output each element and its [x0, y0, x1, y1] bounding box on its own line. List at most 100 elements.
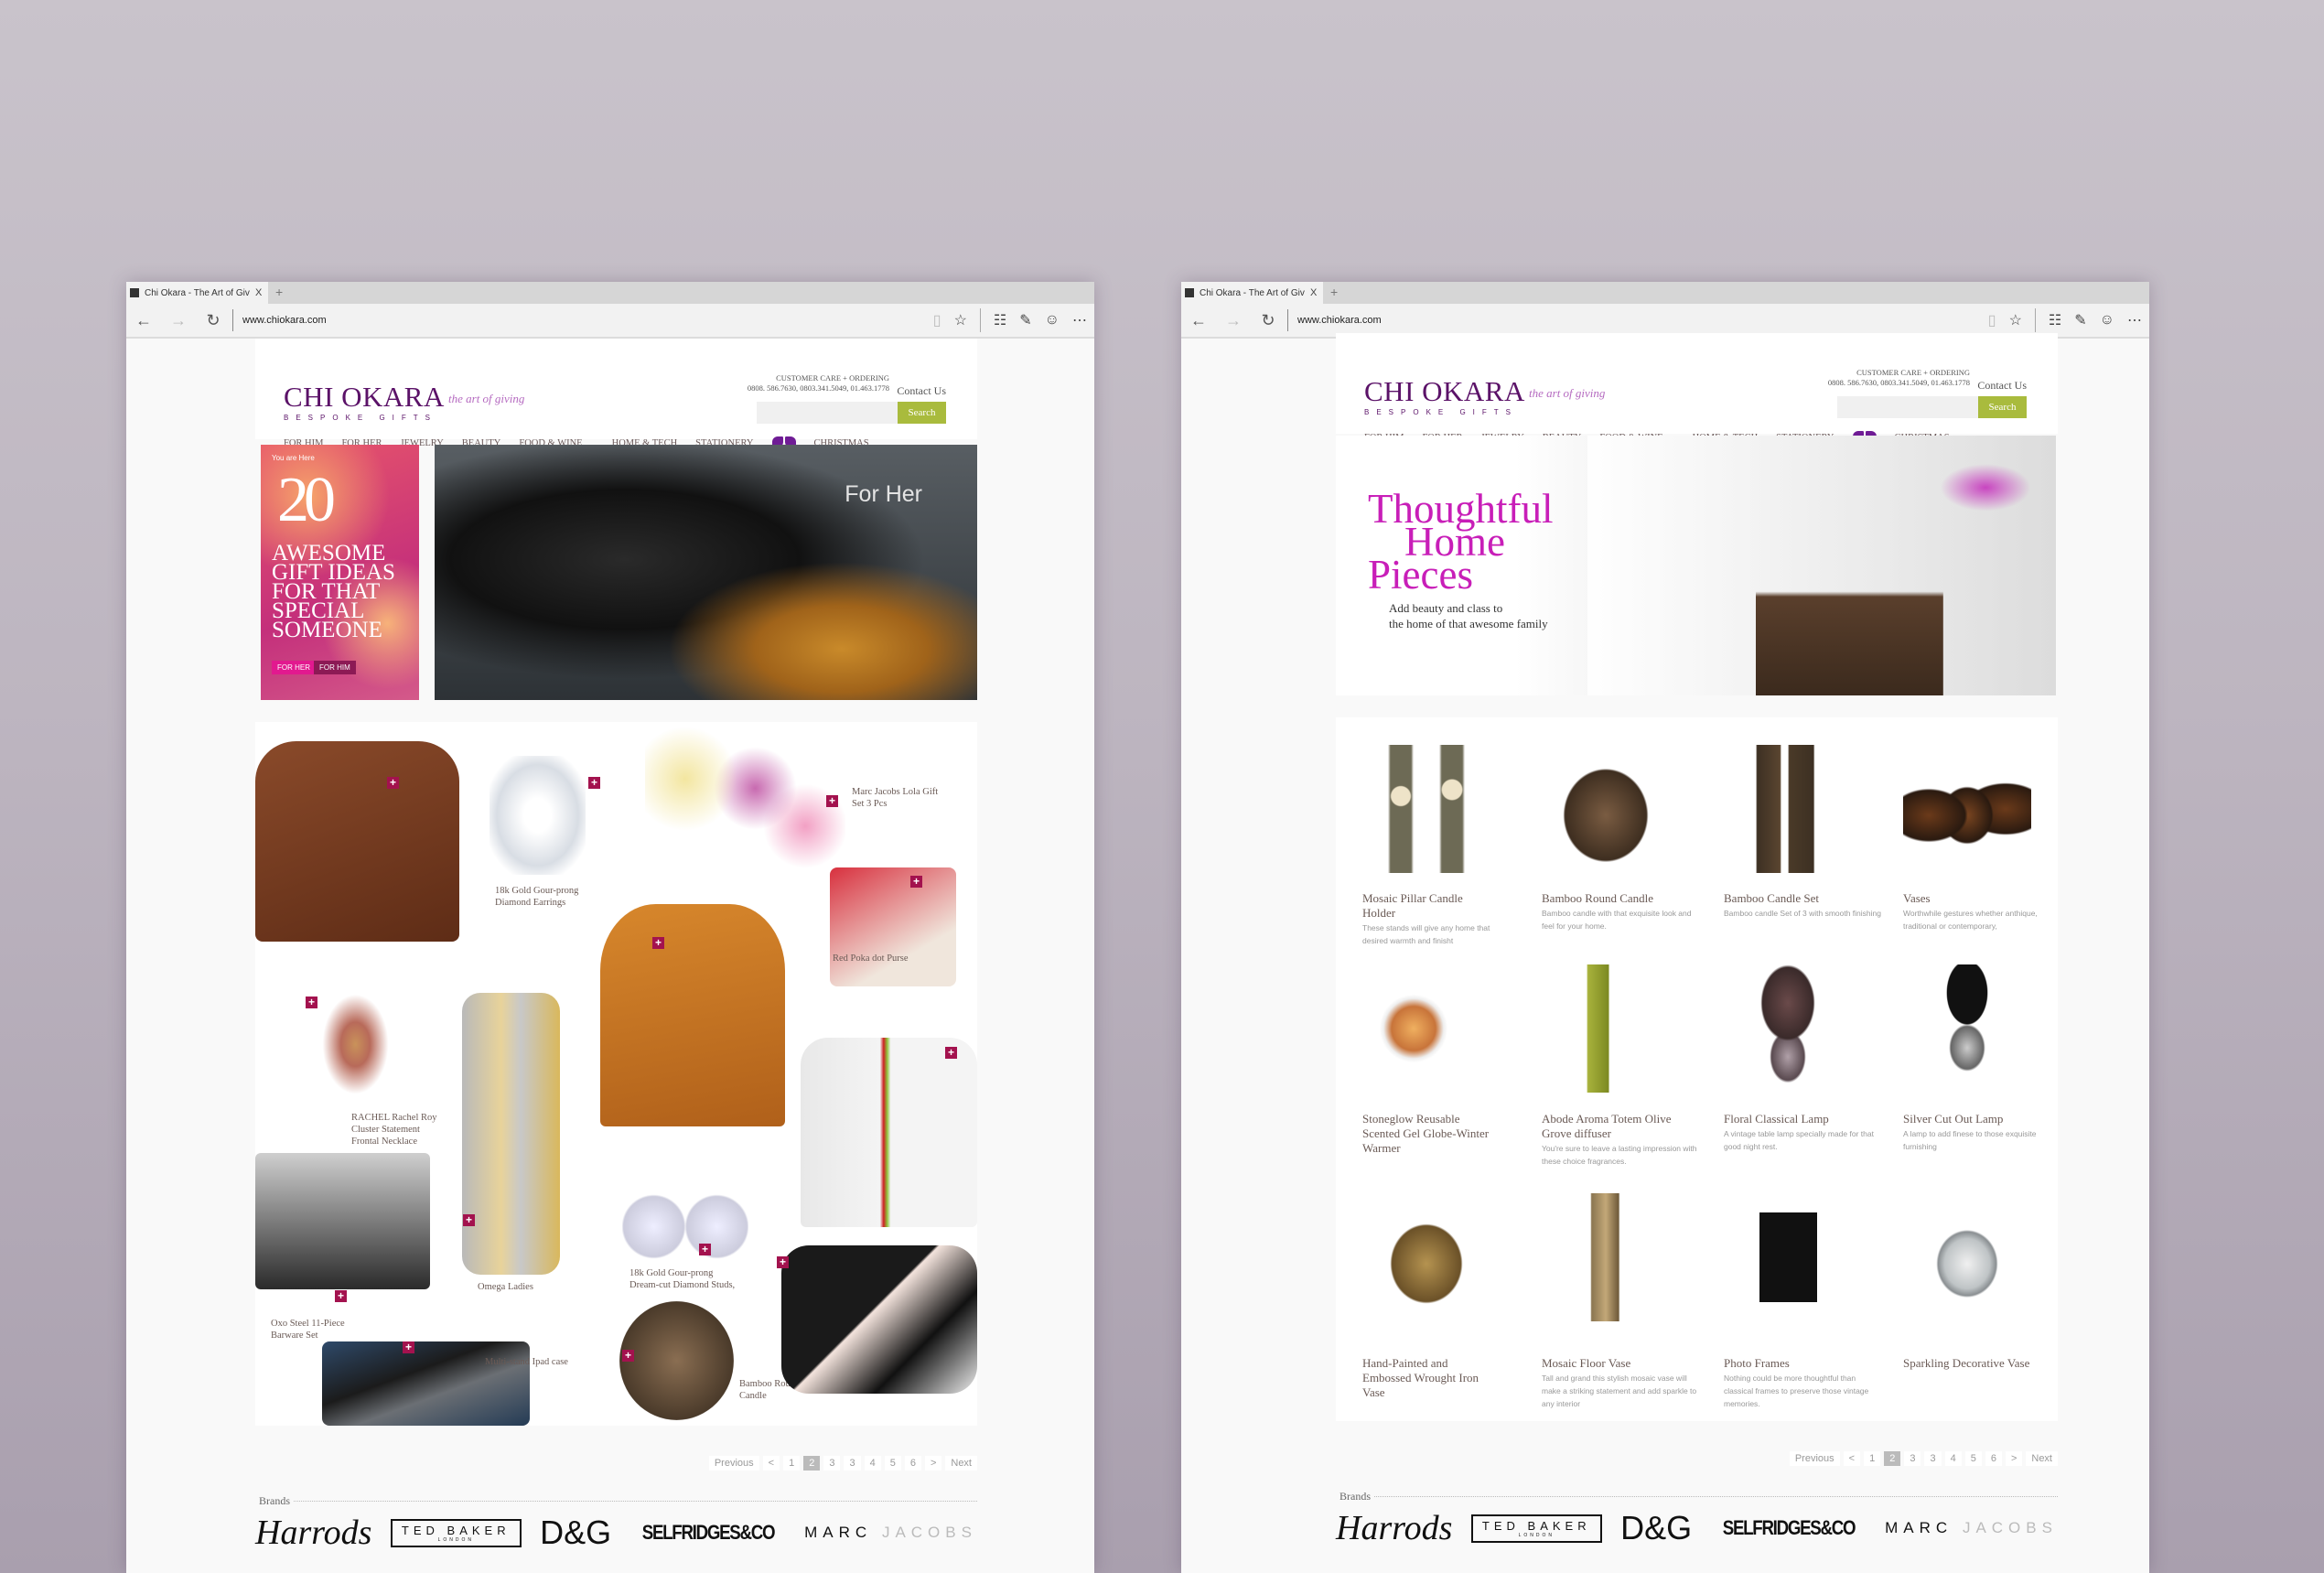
- refresh-icon[interactable]: ↻: [1251, 311, 1286, 330]
- add-to-cart-plus-icon[interactable]: +: [306, 997, 317, 1008]
- favorite-star-icon[interactable]: ☆: [954, 311, 967, 329]
- more-icon[interactable]: ⋯: [1072, 311, 1087, 329]
- hub-icon[interactable]: ☷: [994, 311, 1006, 329]
- product-image[interactable]: [1542, 745, 1670, 873]
- add-to-cart-plus-icon[interactable]: +: [652, 937, 664, 949]
- reading-view-icon[interactable]: ▯: [933, 311, 941, 329]
- brand-marc-jacobs[interactable]: MARC JACOBS: [1885, 1519, 2058, 1537]
- product-caption[interactable]: RACHEL Rachel Roy Cluster Statement Fron…: [351, 1112, 438, 1147]
- favorite-star-icon[interactable]: ☆: [2009, 311, 2022, 329]
- product-image-pouch-scarf[interactable]: [781, 1245, 977, 1394]
- pager-prev-arrow[interactable]: <: [762, 1456, 780, 1471]
- forward-arrow-icon[interactable]: →: [161, 311, 196, 330]
- pager-page[interactable]: 2: [803, 1456, 821, 1471]
- pager-page[interactable]: 3: [844, 1456, 861, 1471]
- close-tab-icon[interactable]: X: [255, 287, 268, 298]
- product-caption[interactable]: 18k Gold Gour-prong Diamond Earrings: [495, 885, 582, 909]
- more-icon[interactable]: ⋯: [2127, 311, 2142, 329]
- search-input[interactable]: [757, 402, 898, 424]
- product-image-necklace[interactable]: [304, 966, 407, 1096]
- pager-page[interactable]: 5: [884, 1456, 901, 1471]
- product-image-barware-set[interactable]: [255, 1153, 430, 1289]
- product-image-ipad-case[interactable]: [322, 1341, 530, 1426]
- add-to-cart-plus-icon[interactable]: +: [463, 1214, 475, 1226]
- add-to-cart-plus-icon[interactable]: +: [335, 1290, 347, 1302]
- pager-next-arrow[interactable]: >: [924, 1456, 942, 1471]
- promo-banner[interactable]: You are Here 20 AWESOME GIFT IDEAS FOR THA…: [261, 445, 419, 700]
- pager-next[interactable]: Next: [2026, 1451, 2058, 1466]
- back-arrow-icon[interactable]: ←: [126, 311, 161, 330]
- product-image-perfume-gift-set[interactable]: [645, 722, 845, 911]
- new-tab-button[interactable]: +: [1330, 285, 1338, 299]
- web-note-icon[interactable]: ✎: [1019, 311, 1031, 329]
- contact-us-link[interactable]: Contact Us: [1977, 379, 2027, 393]
- product-image[interactable]: [1362, 964, 1490, 1093]
- product-image[interactable]: [1362, 1193, 1490, 1321]
- brand-ted-baker[interactable]: TED BAKER LONDON: [390, 1518, 522, 1547]
- product-image[interactable]: [1903, 964, 2031, 1093]
- product-image-bamboo-candle[interactable]: [619, 1301, 734, 1420]
- hero-home-pieces[interactable]: Thoughtful Home Pieces Add beauty and class…: [1336, 436, 2056, 695]
- pager-page[interactable]: 2: [1884, 1451, 1901, 1466]
- browser-tab[interactable]: Chi Okara - The Art of Giv X: [126, 282, 268, 304]
- product-caption[interactable]: Red Poka dot Purse: [833, 953, 920, 964]
- pager-page[interactable]: 6: [1985, 1451, 2002, 1466]
- product-image[interactable]: [1724, 1193, 1852, 1321]
- product-title[interactable]: Bamboo Round Candle: [1542, 891, 1702, 906]
- hero-image-for-her[interactable]: For Her: [435, 445, 977, 700]
- site-logo[interactable]: CHI OKARA: [284, 381, 445, 414]
- pager-page[interactable]: 1: [1864, 1451, 1881, 1466]
- brand-dolce-gabbana[interactable]: D&G: [1620, 1509, 1692, 1547]
- url-field[interactable]: www.chiokara.com: [1297, 315, 1382, 326]
- add-to-cart-plus-icon[interactable]: +: [826, 795, 838, 807]
- close-tab-icon[interactable]: X: [1310, 287, 1323, 298]
- product-title[interactable]: Abode Aroma Totem Olive Grove diffuser: [1542, 1112, 1702, 1141]
- web-note-icon[interactable]: ✎: [2074, 311, 2086, 329]
- hub-icon[interactable]: ☷: [2049, 311, 2061, 329]
- product-image[interactable]: [1362, 745, 1490, 873]
- product-image[interactable]: [1542, 964, 1670, 1093]
- product-title[interactable]: Sparkling Decorative Vase: [1903, 1356, 2063, 1371]
- brand-selfridges[interactable]: SELFRIDGES&CO: [641, 1521, 775, 1545]
- brand-selfridges[interactable]: SELFRIDGES&CO: [1722, 1516, 1856, 1540]
- add-to-cart-plus-icon[interactable]: +: [699, 1244, 711, 1255]
- pager-next-arrow[interactable]: >: [2005, 1451, 2023, 1466]
- url-field[interactable]: www.chiokara.com: [242, 315, 327, 326]
- pager-page[interactable]: 4: [864, 1456, 881, 1471]
- pager-page[interactable]: 3: [1904, 1451, 1921, 1466]
- product-title[interactable]: Bamboo Candle Set: [1724, 891, 1884, 906]
- refresh-icon[interactable]: ↻: [196, 311, 231, 330]
- add-to-cart-plus-icon[interactable]: +: [588, 777, 600, 789]
- product-image[interactable]: [1903, 1193, 2031, 1321]
- search-input[interactable]: [1837, 396, 1978, 418]
- pager-previous[interactable]: Previous: [708, 1456, 759, 1471]
- product-title[interactable]: Stoneglow Reusable Scented Gel Globe-Win…: [1362, 1112, 1490, 1156]
- forward-arrow-icon[interactable]: →: [1216, 311, 1251, 330]
- pager-page[interactable]: 1: [783, 1456, 801, 1471]
- product-caption[interactable]: 18k Gold Gour-prong Dream-cut Diamond St…: [629, 1267, 744, 1291]
- site-logo[interactable]: CHI OKARA: [1364, 375, 1525, 408]
- pager-previous[interactable]: Previous: [1789, 1451, 1840, 1466]
- product-title[interactable]: Silver Cut Out Lamp: [1903, 1112, 2063, 1126]
- product-caption[interactable]: Omega Ladies: [478, 1281, 565, 1293]
- product-image-diamond-studs[interactable]: [622, 1193, 748, 1260]
- add-to-cart-plus-icon[interactable]: +: [910, 876, 922, 888]
- product-image[interactable]: [1724, 745, 1852, 873]
- pager-prev-arrow[interactable]: <: [1843, 1451, 1861, 1466]
- pager-page[interactable]: 3: [1924, 1451, 1942, 1466]
- product-title[interactable]: Hand-Painted and Embossed Wrought Iron V…: [1362, 1356, 1490, 1400]
- product-image-diamond-earrings[interactable]: [490, 756, 586, 875]
- contact-us-link[interactable]: Contact Us: [897, 384, 946, 398]
- product-image[interactable]: [1724, 964, 1852, 1093]
- product-caption[interactable]: Multi-stand Ipad case: [485, 1356, 572, 1368]
- browser-tab[interactable]: Chi Okara - The Art of Giv X: [1181, 282, 1323, 304]
- product-caption[interactable]: Marc Jacobs Lola Gift Set 3 Pcs: [852, 786, 939, 810]
- brand-dolce-gabbana[interactable]: D&G: [540, 1514, 611, 1552]
- feedback-smiley-icon[interactable]: ☺: [1045, 312, 1060, 329]
- product-title[interactable]: Photo Frames: [1724, 1356, 1884, 1371]
- search-button[interactable]: Search: [1978, 396, 2027, 418]
- product-image-omega-watch[interactable]: [462, 993, 560, 1275]
- pager-page[interactable]: 4: [1944, 1451, 1962, 1466]
- banner-for-her-button[interactable]: FOR HER: [272, 661, 316, 674]
- brand-harrods[interactable]: Harrods: [1336, 1508, 1452, 1548]
